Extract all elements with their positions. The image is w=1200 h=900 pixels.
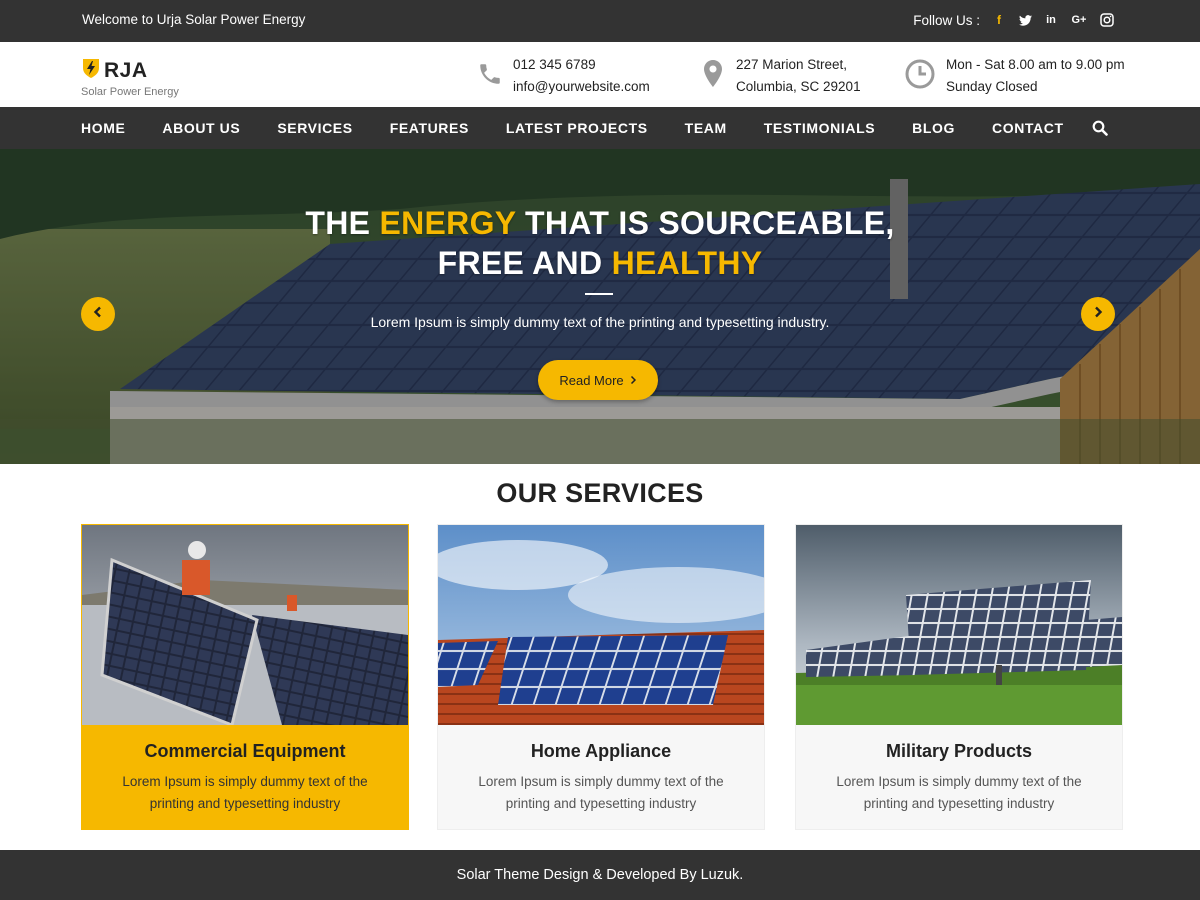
instagram-icon[interactable] [1100, 11, 1114, 29]
chevron-right-icon [630, 373, 637, 388]
hero-title-part: THAT IS SOURCEABLE, [515, 205, 895, 241]
footer-credit: Solar Theme Design & Developed By Luzuk. [456, 867, 744, 883]
service-card-military-products[interactable]: Military Products Lorem Ipsum is simply … [795, 524, 1123, 830]
hero-title-part: FREE AND [437, 245, 612, 281]
nav-item-features[interactable]: FEATURES [390, 120, 469, 136]
hero-title-part: THE [305, 205, 380, 241]
nav-item-about-us[interactable]: ABOUT US [162, 120, 240, 136]
linkedin-icon[interactable]: in [1044, 11, 1058, 29]
service-image-home-appliance [438, 525, 764, 725]
chevron-left-icon [93, 305, 103, 323]
chevron-right-icon [1093, 305, 1103, 323]
service-title: Commercial Equipment [144, 741, 346, 761]
hero-slider: THE ENERGY THAT IS SOURCEABLE, FREE AND … [0, 149, 1200, 464]
hero-divider [585, 293, 613, 295]
social-links: Follow Us : f in G+ [913, 11, 1114, 29]
read-more-label: Read More [559, 372, 624, 388]
google-plus-icon[interactable]: G+ [1070, 11, 1088, 29]
main-nav: HOME ABOUT US SERVICES FEATURES LATEST P… [0, 107, 1200, 149]
phone-number[interactable]: 012 345 6789 [513, 54, 650, 76]
nav-item-services[interactable]: SERVICES [277, 120, 352, 136]
hours-sunday: Sunday Closed [946, 79, 1038, 94]
nav-item-latest-projects[interactable]: LATEST PROJECTS [506, 120, 648, 136]
nav-item-testimonials[interactable]: TESTIMONIALS [764, 120, 875, 136]
logo-name: RJA [104, 58, 148, 82]
top-bar: Welcome to Urja Solar Power Energy Follo… [0, 0, 1200, 42]
service-title: Military Products [885, 741, 1033, 761]
hero-title: THE ENERGY THAT IS SOURCEABLE, FREE AND … [0, 203, 1200, 283]
services-heading: OUR SERVICES [496, 478, 704, 508]
lightning-shield-icon [81, 57, 101, 84]
address-block: 227 Marion Street, Columbia, SC 29201 [700, 54, 861, 98]
search-icon[interactable] [1092, 120, 1108, 136]
hero-subtitle: Lorem Ipsum is simply dummy text of the … [370, 314, 830, 330]
hero-overlay [0, 149, 1200, 464]
phone-icon [477, 54, 503, 94]
service-image-commercial [82, 525, 408, 725]
hero-title-highlight: HEALTHY [611, 245, 763, 281]
contact-phone-block: 012 345 6789 info@yourwebsite.com [477, 54, 650, 98]
read-more-button[interactable]: Read More [538, 360, 658, 400]
service-card-commercial-equipment[interactable]: Commercial Equipment Lorem Ipsum is simp… [81, 524, 409, 830]
nav-item-contact[interactable]: CONTACT [992, 120, 1064, 136]
email-address[interactable]: info@yourwebsite.com [513, 76, 650, 98]
facebook-icon[interactable]: f [992, 11, 1006, 29]
site-header: RJA Solar Power Energy 012 345 6789 info… [0, 42, 1200, 107]
hero-title-highlight: ENERGY [379, 205, 516, 241]
service-description: Lorem Ipsum is simply dummy text of the … [122, 774, 368, 811]
address-line-2: Columbia, SC 29201 [736, 79, 861, 94]
service-card-home-appliance[interactable]: Home Appliance Lorem Ipsum is simply dum… [437, 524, 765, 830]
nav-item-blog[interactable]: BLOG [912, 120, 955, 136]
service-description: Lorem Ipsum is simply dummy text of the … [836, 774, 1082, 811]
service-description: Lorem Ipsum is simply dummy text of the … [478, 774, 724, 811]
follow-label: Follow Us : [913, 12, 980, 28]
service-title: Home Appliance [530, 741, 672, 761]
nav-item-team[interactable]: TEAM [685, 120, 727, 136]
slider-prev-button[interactable] [81, 297, 115, 331]
slider-next-button[interactable] [1081, 297, 1115, 331]
logo-tagline: Solar Power Energy [81, 86, 179, 98]
twitter-icon[interactable] [1018, 11, 1032, 29]
nav-item-home[interactable]: HOME [81, 120, 125, 136]
address-line-1: 227 Marion Street, [736, 57, 848, 72]
welcome-text: Welcome to Urja Solar Power Energy [82, 12, 306, 27]
site-footer: Solar Theme Design & Developed By Luzuk. [0, 850, 1200, 900]
clock-icon [904, 54, 936, 94]
service-image-military [796, 525, 1122, 725]
hours-block: Mon - Sat 8.00 am to 9.00 pm Sunday Clos… [904, 54, 1125, 98]
location-pin-icon [700, 54, 726, 94]
hours-weekdays: Mon - Sat 8.00 am to 9.00 pm [946, 57, 1125, 72]
site-logo[interactable]: RJA Solar Power Energy [81, 57, 179, 99]
